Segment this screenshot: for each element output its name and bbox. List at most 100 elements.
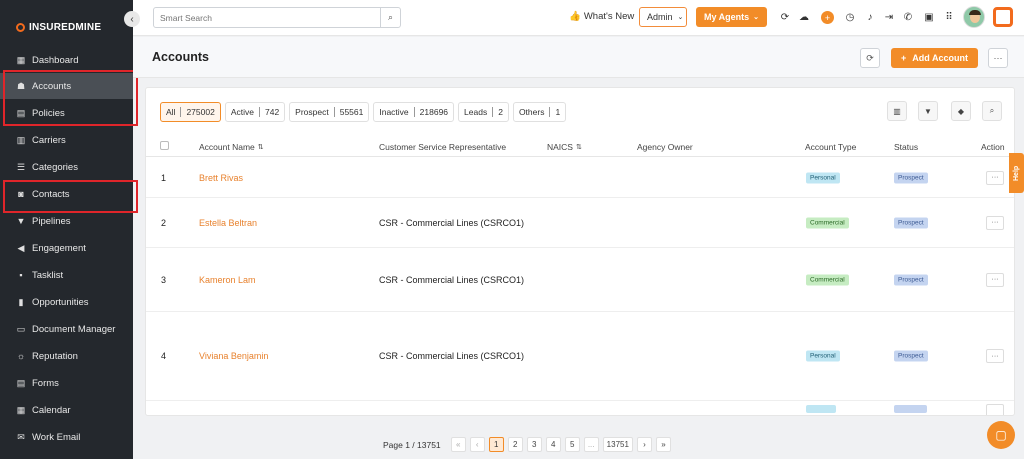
prev-page-button[interactable]: ‹ [469,437,485,452]
more-options-button[interactable]: ··· [988,48,1008,68]
filter-chip-inactive[interactable]: Inactive 218696 [373,102,455,122]
sidebar-item-tasklist[interactable]: ▪ Tasklist [0,262,133,288]
account-name-link[interactable]: Brett Rivas [199,173,243,183]
page-ellipsis[interactable]: ... [583,437,599,452]
sidebar-item-engagement[interactable]: ◀ Engagement [0,235,133,261]
columns-button[interactable]: ▥ [887,101,907,121]
sort-icon: ⇅ [575,144,582,151]
sidebar-item-label: Opportunities [32,296,89,308]
logo-mark-icon [16,22,25,32]
brand-logo[interactable]: INSUREDMINE [16,20,101,34]
grid-icon[interactable]: ⠿ [943,11,955,23]
type-badge-partial [806,405,836,413]
clock-icon[interactable]: ◷ [844,11,856,23]
columns-icon: ▥ [893,106,901,116]
account-name-link[interactable]: Estella Beltran [199,218,257,228]
cloud-icon[interactable]: ☁ [798,11,810,23]
row-actions-button[interactable]: ··· [986,349,1004,363]
sync-icon[interactable]: ⟳ [779,11,791,23]
highlight-box-contacts [3,180,138,213]
first-page-button[interactable]: « [450,437,466,452]
filter-chip-leads[interactable]: Leads 2 [458,102,509,122]
filter-chip-prospect[interactable]: Prospect 55561 [289,102,370,122]
account-name-link[interactable]: Kameron Lam [199,275,256,285]
col-naics[interactable]: NAICS ⇅ [547,142,582,152]
add-account-label: Add Account [912,53,968,63]
col-agency-owner-label: Agency Owner [637,142,693,152]
page-button-4[interactable]: 4 [545,437,561,452]
status-badge: Prospect [894,172,928,183]
sidebar-item-document-manager[interactable]: ▭ Document Manager [0,316,133,342]
col-account-name[interactable]: Account Name ⇅ [199,142,264,152]
chip-icon[interactable]: ▣ [923,11,935,23]
page-button-2[interactable]: 2 [507,437,523,452]
whats-new-label: What's New [583,11,635,22]
sidebar-item-carriers[interactable]: ▥ Carriers [0,127,133,153]
ellipsis-icon: ··· [993,53,1003,63]
user-avatar[interactable] [963,6,985,28]
filter-chip-count: 218696 [413,107,453,117]
search-button[interactable]: ⌕ [380,8,400,27]
sidebar-collapse-button[interactable]: ‹ [124,11,140,27]
sidebar-item-label: Document Manager [32,323,116,335]
next-page-button[interactable]: › [636,437,652,452]
phone-icon[interactable]: ✆ [902,11,914,23]
row-actions-button[interactable]: ··· [986,215,1004,230]
filter-chip-label: Prospect [295,107,329,117]
sidebar-item-label: Tasklist [32,269,64,281]
filter-chip-all[interactable]: All 275002 [160,102,221,122]
bell-icon[interactable]: ♪ [864,11,876,23]
filter-button[interactable]: ▼ [918,101,938,121]
page-button-13751[interactable]: 13751 [602,437,633,452]
admin-select[interactable]: Admin ⌄ [639,7,687,27]
filter-chip-active[interactable]: Active 742 [224,102,286,122]
col-csr-label: Customer Service Representative [379,142,507,152]
select-all-checkbox[interactable] [160,141,169,150]
sidebar-item-categories[interactable]: ☰ Categories [0,154,133,180]
col-csr: Customer Service Representative [379,142,506,152]
my-agents-button[interactable]: My Agents ⌄ [696,7,767,27]
row-number: 2 [161,217,167,228]
row-actions-partial[interactable] [986,404,1004,415]
sidebar-item-opportunities[interactable]: ▮ Opportunities [0,289,133,315]
account-type-badge: Commercial [806,274,849,285]
tags-button[interactable]: ◆ [951,101,971,121]
page-button-5[interactable]: 5 [564,437,580,452]
logout-icon[interactable]: ⇥ [883,11,895,23]
refresh-icon: ⟳ [866,52,874,63]
account-name-link[interactable]: Viviana Benjamin [199,351,268,361]
sidebar-item-label: Engagement [32,242,86,254]
table-search-button[interactable]: ⌕ [982,101,1002,121]
search-input[interactable] [154,8,379,27]
last-page-button[interactable]: » [655,437,671,452]
page-button-3[interactable]: 3 [526,437,542,452]
refresh-button[interactable]: ⟳ [860,48,880,68]
status-badge: Prospect [894,350,928,362]
app-switcher-icon[interactable] [993,7,1013,27]
sidebar-item-work-email[interactable]: ✉ Work Email [0,424,133,450]
chat-button[interactable]: ▢ [987,421,1015,449]
help-tab[interactable]: Help [1009,153,1024,193]
page-button-1[interactable]: 1 [488,437,504,452]
row-actions-button[interactable]: ··· [986,170,1004,185]
sidebar-item-calendar[interactable]: ▦ Calendar [0,397,133,423]
sidebar-item-reputation[interactable]: ☼ Reputation [0,343,133,369]
col-account-name-label: Account Name [199,142,255,152]
sidebar-item-label: Dashboard [32,54,79,66]
row-actions-button[interactable]: ··· [986,272,1004,287]
status-badge-partial [894,405,927,413]
sidebar-item-forms[interactable]: ▤ Forms [0,370,133,396]
filter-chip-label: All [166,107,176,117]
chevron-left-icon: ‹ [130,13,134,25]
filter-chips: All 275002 Active 742 Prospect 55561 Inactive 2… [160,102,567,122]
thumbs-up-icon: 👍 [569,11,581,22]
pipelines-icon: ▼ [16,216,26,226]
quick-add-icon[interactable]: + [821,11,834,24]
filter-chip-others[interactable]: Others 1 [512,102,567,122]
add-account-button[interactable]: + Add Account [891,48,978,68]
filter-chip-label: Active [230,107,254,117]
page-header: Accounts ⟳ + Add Account ··· [133,37,1024,78]
col-action-label: Action [981,142,1005,152]
whats-new-link[interactable]: 👍 What's New [569,11,634,22]
carriers-icon: ▥ [16,134,26,145]
